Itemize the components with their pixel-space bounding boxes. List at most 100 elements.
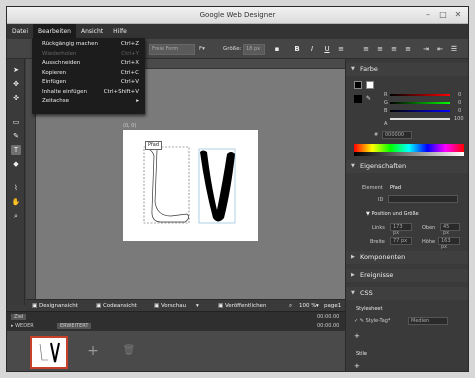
font-select[interactable]: Freie Form [149,44,195,55]
stroke-color-swatch[interactable] [366,81,374,89]
align-left-icon[interactable]: ≡ [361,44,371,55]
3d-translate-tool-icon[interactable]: ✜ [11,93,21,103]
color-swatch-icon[interactable]: ▪ [272,44,282,55]
paste-label: Einfügen [42,79,67,85]
timeline-time-top: 00:00.00 [317,314,340,320]
paste-special-label: Inhalte einfügen [42,88,87,95]
id-label: ID [378,197,384,203]
thumbnail-v-shape [50,342,60,363]
color-section-title: Farbe [360,65,378,73]
breite-label: Breite [370,239,385,245]
add-page-icon[interactable]: + [83,341,103,361]
menu-ansicht[interactable]: Ansicht [76,24,108,39]
undo-label: Rückgängig machen [42,41,98,47]
r-slider[interactable] [390,94,450,96]
style-tag-row[interactable]: ✓ ✎ Style-Tag* [354,318,390,324]
a-label: A [384,121,388,127]
align-center-icon[interactable]: ≡ [375,44,385,55]
3d-rotation-tool-icon[interactable]: ✥ [11,79,21,89]
fill-color-swatch[interactable] [354,81,362,89]
fill-tool-icon[interactable]: ◆ [11,159,21,169]
eyedropper-icon[interactable]: ⌇ [11,183,21,193]
italic-icon[interactable]: I [307,44,317,55]
b-value[interactable]: 0 [458,108,461,114]
menu-item-paste[interactable]: Einfügen Ctrl+V [32,78,145,88]
properties-section-header[interactable]: ▼ Eigenschaften [346,160,468,173]
solid-fill-icon[interactable] [354,95,362,103]
size-label: Größe: [223,46,242,52]
g-label: G [384,100,388,106]
minimize-icon[interactable]: – [423,10,433,20]
r-value[interactable]: 0 [458,92,461,98]
pen-icon[interactable]: ✎ [366,95,374,103]
strikethrough-icon[interactable]: ≡ [336,44,346,55]
b-label: B [384,108,388,114]
components-title: Komponenten [360,253,406,261]
font-weight-select[interactable]: F▾ [199,44,205,55]
size-input[interactable]: 18 px [243,44,265,55]
menu-item-undo[interactable]: Rückgängig machen Ctrl+Z [32,40,145,50]
position-size-header[interactable]: ▼ Position und Größe [366,211,419,217]
indent-icon[interactable]: ⇥ [421,44,431,55]
underline-icon[interactable]: U [322,44,332,55]
zoom-number: 100 [299,303,310,309]
menu-item-cut[interactable]: Ausschneiden Ctrl+X [32,59,145,69]
css-title: CSS [360,289,373,297]
hoehe-input[interactable]: 163 px [438,237,460,250]
pen-tool-icon[interactable]: ✎ [11,131,21,141]
a-value[interactable]: 100 [454,116,464,122]
align-right-icon[interactable]: ≡ [389,44,399,55]
close-icon[interactable]: ✕ [453,10,463,20]
events-section-header[interactable]: ▶ Ereignisse [346,269,468,282]
add-style-icon[interactable]: + [354,362,360,370]
lightness-bar[interactable] [354,152,464,156]
a-slider[interactable] [390,118,450,120]
color-section-header[interactable]: ▼ Farbe [346,63,468,76]
oben-input[interactable]: 45 px [440,223,460,236]
b-slider[interactable] [390,110,450,112]
links-input[interactable]: 173 px [390,223,412,236]
add-stylesheet-icon[interactable]: + [354,332,360,340]
menu-item-paste-special[interactable]: Inhalte einfügen Ctrl+Shift+V [32,88,145,98]
stage[interactable]: Pfad [123,130,258,241]
timeline-mode-button[interactable]: ▸ WEDER [11,323,34,329]
v-shape[interactable] [200,150,235,222]
menu-item-timeline[interactable]: Zeitachse ▸ [32,97,145,107]
hex-input[interactable]: 000000 [382,131,412,139]
justify-icon[interactable]: ≡ [403,44,413,55]
id-input[interactable] [388,195,458,203]
delete-page-icon[interactable]: 🗑 [119,341,139,361]
breite-input[interactable]: 77 px [390,237,412,245]
copy-label: Kopieren [42,69,67,76]
outdent-icon[interactable]: ⇤ [435,44,445,55]
text-tool-icon[interactable]: T [11,145,21,155]
menu-datei[interactable]: Datei [7,24,33,39]
menu-bearbeiten[interactable]: Bearbeiten [33,24,76,39]
page-thumbnail[interactable] [30,336,68,369]
timeline-tab[interactable]: Ziel [11,314,27,320]
pfad-path[interactable] [149,146,189,223]
list-icon[interactable]: ☰ [449,44,459,55]
g-value[interactable]: 0 [458,100,461,106]
g-slider[interactable] [390,102,450,104]
publish-label: Veröffentlichen [224,303,267,309]
collapse-icon: ▼ [351,66,355,72]
css-section-header[interactable]: ▼ CSS [346,287,468,300]
components-section-header[interactable]: ▶ Komponenten [346,251,468,264]
cut-shortcut: Ctrl+X [120,60,139,66]
zoom-tool-icon[interactable]: ⌕ [11,211,21,221]
hue-spectrum[interactable] [354,144,464,152]
redo-label: Wiederholen [42,50,77,57]
tag-tool-icon[interactable]: ▭ [11,117,21,127]
menu-hilfe[interactable]: Hilfe [108,24,132,39]
advanced-mode-button[interactable]: ERWEITERT [57,323,92,329]
element-tag-label: Pfad [145,141,163,150]
media-input[interactable]: Medien [408,317,448,325]
menu-item-copy[interactable]: Kopieren Ctrl+C [32,69,145,79]
element-value: Pfad [390,185,402,191]
bold-icon[interactable]: B [292,44,302,55]
hand-tool-icon[interactable]: ✋ [11,197,21,207]
selection-tool-icon[interactable]: ➤ [11,65,21,75]
maximize-icon[interactable]: □ [438,10,448,20]
preview-label: Vorschau [160,303,187,309]
